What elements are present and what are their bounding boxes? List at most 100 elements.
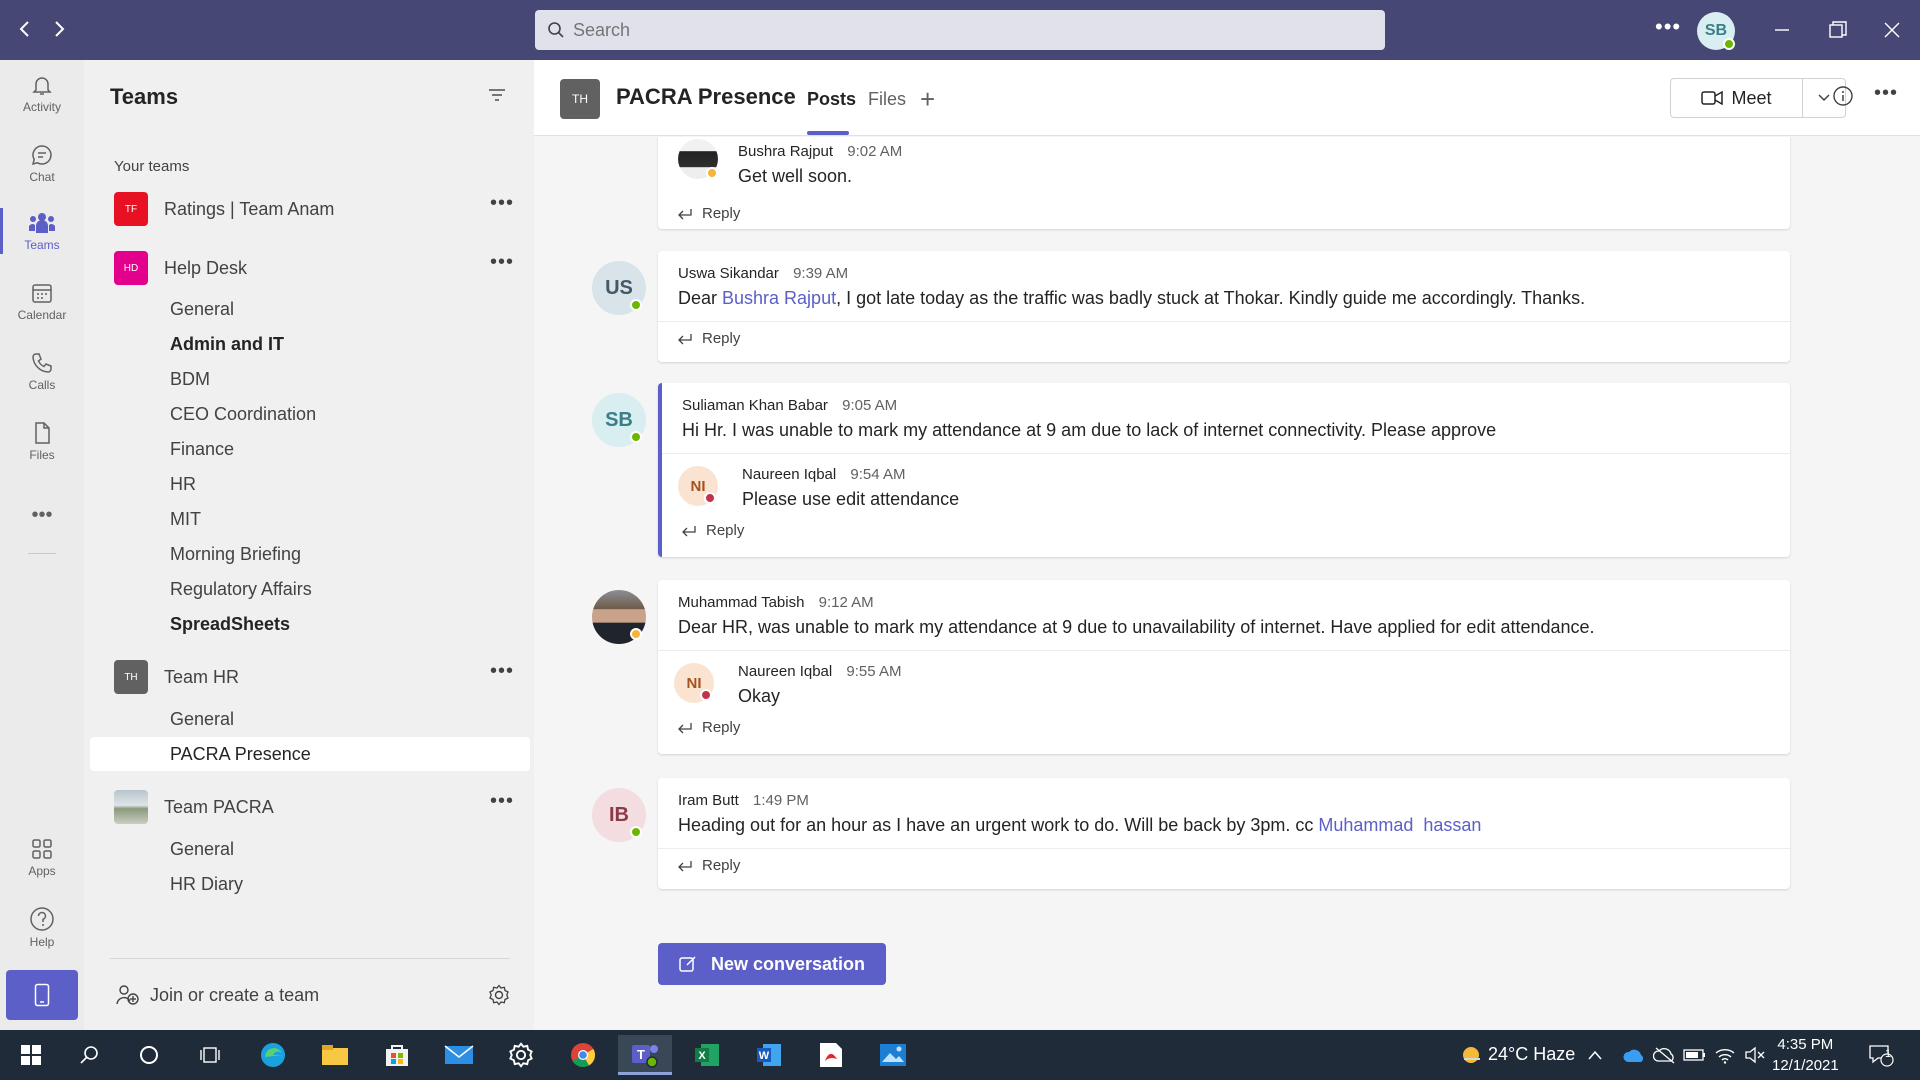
team-more-options-icon[interactable]: ••• xyxy=(490,790,514,813)
channel-morning-briefing[interactable]: Morning Briefing xyxy=(90,537,530,571)
chrome-icon[interactable] xyxy=(556,1035,610,1075)
avatar[interactable]: US xyxy=(592,261,646,315)
chevron-up-icon[interactable] xyxy=(1580,1035,1610,1075)
edge-browser-icon[interactable] xyxy=(246,1035,300,1075)
team-more-options-icon[interactable]: ••• xyxy=(490,251,514,274)
user-avatar[interactable]: SB xyxy=(1697,12,1735,50)
reply-button[interactable]: Reply xyxy=(658,849,1790,882)
join-or-create-team-button[interactable]: Join or create a team xyxy=(116,984,319,1006)
rail-item-calendar[interactable]: Calendar xyxy=(0,270,84,332)
task-view-icon[interactable] xyxy=(183,1035,237,1075)
posts-feed: Bushra Rajput 9:02 AM Get well soon. Rep… xyxy=(534,137,1920,1030)
info-icon[interactable] xyxy=(1832,85,1854,112)
close-icon[interactable] xyxy=(1872,14,1912,46)
channel-hr[interactable]: HR xyxy=(90,467,530,501)
team-team-hr[interactable]: TH Team HR ••• xyxy=(90,656,530,698)
minimize-icon[interactable] xyxy=(1762,14,1802,46)
avatar-photo[interactable] xyxy=(592,590,646,644)
weather-text[interactable]: 24°C Haze xyxy=(1488,1044,1575,1065)
avatar[interactable]: NI xyxy=(674,663,714,703)
mention-link[interactable]: Bushra Rajput xyxy=(722,288,836,308)
tab-posts[interactable]: Posts xyxy=(807,89,856,110)
message-text: Heading out for an hour as I have an urg… xyxy=(678,815,1319,835)
rail-item-activity[interactable]: Activity xyxy=(0,62,84,124)
mail-icon[interactable] xyxy=(432,1035,486,1075)
channel-general[interactable]: General xyxy=(90,292,530,326)
search-input[interactable] xyxy=(573,19,1353,41)
filter-icon[interactable] xyxy=(488,88,506,107)
channel-mit[interactable]: MIT xyxy=(90,502,530,536)
reply-button[interactable]: Reply xyxy=(658,717,1790,744)
channel-general[interactable]: General xyxy=(90,832,530,866)
channel-bdm[interactable]: BDM xyxy=(90,362,530,396)
rail-item-teams[interactable]: Teams xyxy=(0,200,84,262)
system-clock[interactable]: 4:35 PM 12/1/2021 xyxy=(1772,1034,1839,1076)
cortana-icon[interactable] xyxy=(122,1035,176,1075)
back-arrow-icon[interactable] xyxy=(10,14,40,44)
channel-finance[interactable]: Finance xyxy=(90,432,530,466)
teams-panel: Teams Your teams TF Ratings | Team Anam … xyxy=(84,60,534,1030)
new-conversation-button[interactable]: New conversation xyxy=(658,943,886,985)
rail-item-chat[interactable]: Chat xyxy=(0,132,84,194)
team-team-pacra[interactable]: Team PACRA ••• xyxy=(90,786,530,828)
wifi-icon[interactable] xyxy=(1710,1035,1740,1075)
channel-admin-and-it[interactable]: Admin and IT xyxy=(90,327,530,361)
channel-regulatory-affairs[interactable]: Regulatory Affairs xyxy=(90,572,530,606)
forward-arrow-icon[interactable] xyxy=(44,14,74,44)
windows-start-icon[interactable] xyxy=(4,1035,58,1075)
reply-label: Reply xyxy=(702,205,741,222)
excel-icon[interactable]: X xyxy=(680,1035,734,1075)
team-ratings-team-anam[interactable]: TF Ratings | Team Anam ••• xyxy=(90,188,530,230)
rail-item-calls[interactable]: Calls xyxy=(0,340,84,402)
channel-ceo-coordination[interactable]: CEO Coordination xyxy=(90,397,530,431)
search-icon[interactable] xyxy=(62,1035,116,1075)
message-header: Bushra Rajput 9:02 AM xyxy=(738,143,1770,160)
battery-icon[interactable] xyxy=(1680,1035,1710,1075)
reply-arrow-icon xyxy=(678,333,692,344)
volume-muted-icon[interactable] xyxy=(1740,1035,1770,1075)
restore-icon[interactable] xyxy=(1818,14,1858,46)
settings-gear-icon[interactable] xyxy=(494,1035,548,1075)
rail-item-apps[interactable]: Apps xyxy=(0,826,84,888)
channel-general[interactable]: General xyxy=(90,702,530,736)
rail-item-files[interactable]: Files xyxy=(0,410,84,472)
reply-button[interactable]: Reply xyxy=(662,520,1790,547)
meet-button[interactable]: Meet xyxy=(1671,79,1803,117)
microsoft-teams-icon[interactable]: T xyxy=(618,1035,672,1075)
avatar[interactable]: IB xyxy=(592,788,646,842)
gear-icon[interactable] xyxy=(488,984,510,1011)
reply-button[interactable]: Reply xyxy=(658,322,1790,355)
onedrive-cloud-icon[interactable] xyxy=(1620,1035,1650,1075)
channel-spreadsheets[interactable]: SpreadSheets xyxy=(90,607,530,641)
channel-pacra-presence[interactable]: PACRA Presence xyxy=(90,737,530,771)
file-explorer-icon[interactable] xyxy=(308,1035,362,1075)
team-help-desk[interactable]: HD Help Desk ••• xyxy=(90,247,530,289)
message-time: 9:55 AM xyxy=(846,663,902,680)
onedrive-offline-icon[interactable] xyxy=(1650,1035,1680,1075)
rail-label: Files xyxy=(29,447,55,462)
more-apps-icon[interactable]: ••• xyxy=(0,484,84,546)
search-box[interactable] xyxy=(535,10,1385,50)
reply-button[interactable]: Reply xyxy=(658,197,1790,230)
add-tab-icon[interactable]: + xyxy=(920,84,935,115)
avatar-initials: SB xyxy=(605,408,633,431)
tab-files[interactable]: Files xyxy=(868,89,906,110)
avatar[interactable]: NI xyxy=(678,466,718,506)
avatar[interactable]: SB xyxy=(592,393,646,447)
download-mobile-app-button[interactable] xyxy=(6,970,78,1020)
acrobat-reader-icon[interactable] xyxy=(804,1035,858,1075)
channel-hr-diary[interactable]: HR Diary xyxy=(90,867,530,901)
more-options-icon[interactable]: ••• xyxy=(1874,82,1898,105)
message-author: Suliaman Khan Babar xyxy=(682,397,828,414)
team-more-options-icon[interactable]: ••• xyxy=(490,192,514,215)
word-icon[interactable]: W xyxy=(742,1035,796,1075)
notification-center-icon[interactable]: 1 xyxy=(1856,1035,1906,1075)
microsoft-store-icon[interactable] xyxy=(370,1035,424,1075)
photos-icon[interactable] xyxy=(866,1035,920,1075)
rail-item-help[interactable]: Help xyxy=(0,896,84,958)
active-tab-indicator xyxy=(807,131,849,135)
mention-link[interactable]: Muhammad hassan xyxy=(1318,815,1481,835)
team-more-options-icon[interactable]: ••• xyxy=(490,660,514,683)
phone-icon xyxy=(32,352,52,373)
settings-more-icon[interactable]: ••• xyxy=(1655,14,1681,40)
